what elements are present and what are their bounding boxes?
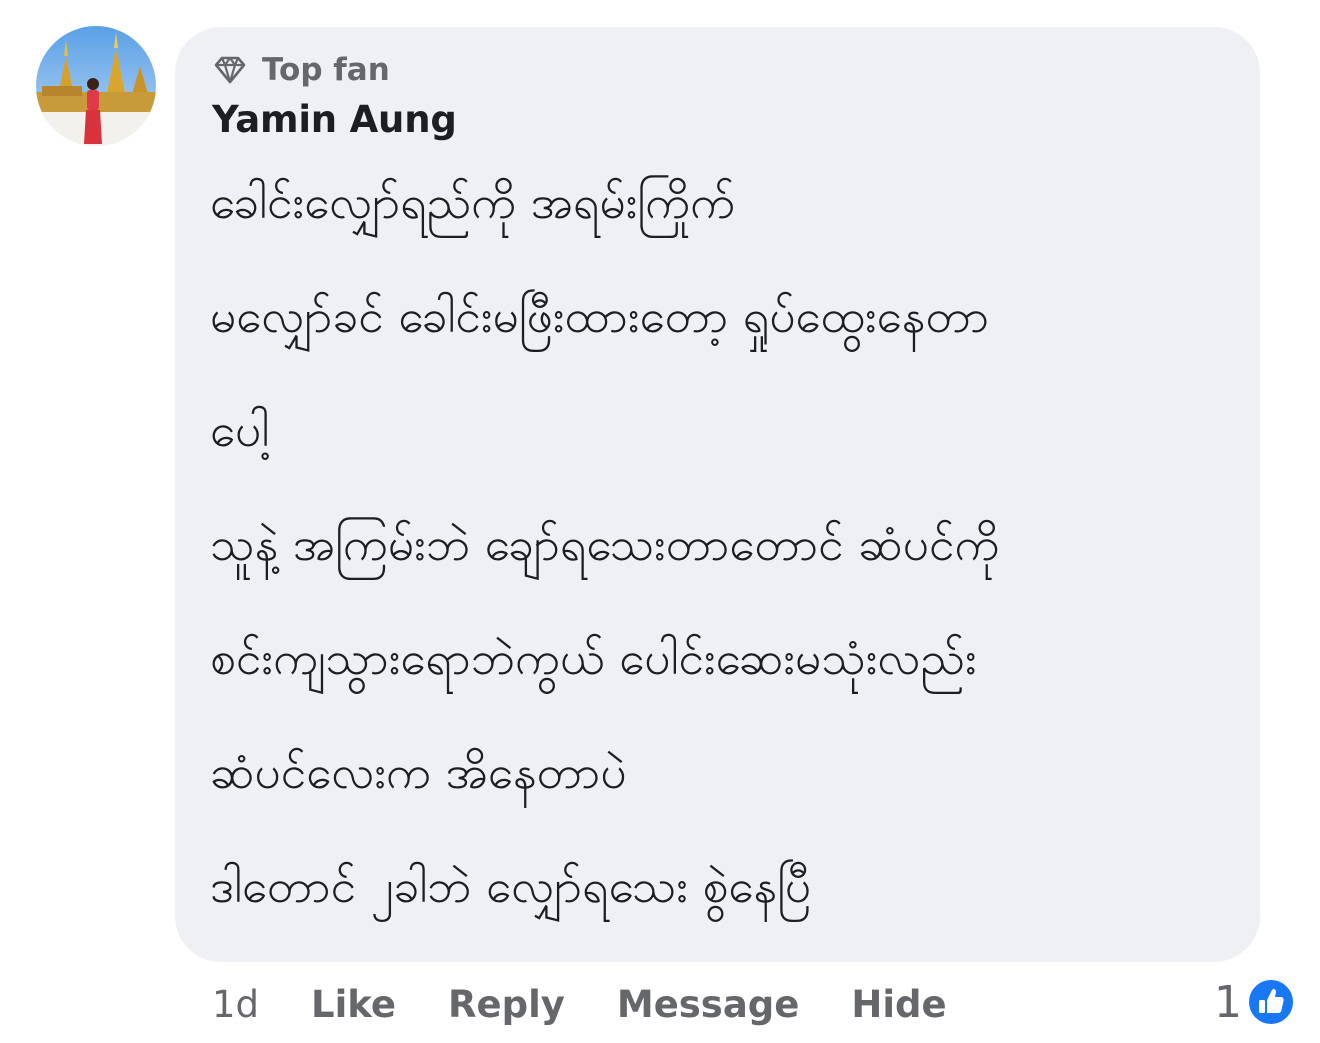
diamond-icon bbox=[214, 56, 246, 84]
hide-button[interactable]: Hide bbox=[851, 983, 946, 1026]
comment-line: စင်းကျသွားရောဘဲကွယ် ပေါင်းဆေးမသုံးလည်း bbox=[210, 631, 977, 685]
message-button[interactable]: Message bbox=[617, 983, 800, 1026]
comment-line: သူနဲ့ အကြမ်းဘဲ ချော်ရသေးတာတောင် ဆံပင်ကို bbox=[210, 517, 1000, 571]
reply-button[interactable]: Reply bbox=[448, 983, 565, 1026]
reaction-count: 1 bbox=[1214, 976, 1242, 1028]
comment-actions: 1d Like Reply Message Hide bbox=[212, 978, 999, 1030]
comment-line: မလျှော်ခင် ခေါင်းမဖြီးထားတော့ ရှုပ်ထွေးန… bbox=[210, 289, 990, 343]
comment-timestamp[interactable]: 1d bbox=[212, 983, 259, 1026]
like-button[interactable]: Like bbox=[311, 983, 396, 1026]
avatar[interactable] bbox=[36, 26, 156, 146]
reaction-summary[interactable]: 1 bbox=[1214, 974, 1296, 1030]
comment-line: ပေါ့ bbox=[210, 403, 270, 457]
comment-line: ဒါတောင် ၂ခါဘဲ လျှော်ရသေး စွဲနေပြီ bbox=[210, 859, 812, 913]
like-icon bbox=[1247, 978, 1295, 1026]
comment-view: Top fan Yamin Aung ခေါင်းလျှော်ရည်ကို အရ… bbox=[0, 0, 1320, 1043]
top-fan-badge: Top fan bbox=[212, 50, 390, 90]
avatar-image bbox=[36, 26, 156, 146]
badge-label: Top fan bbox=[262, 52, 390, 88]
author-name[interactable]: Yamin Aung bbox=[212, 98, 457, 141]
comment-line: ဆံပင်လေးက အိနေတာပဲ bbox=[210, 745, 627, 799]
comment-line: ခေါင်းလျှော်ရည်ကို အရမ်းကြိုက် bbox=[210, 175, 736, 229]
comment-text: ခေါင်းလျှော်ရည်ကို အရမ်းကြိုက် မလျှော်ခင… bbox=[210, 160, 1250, 958]
